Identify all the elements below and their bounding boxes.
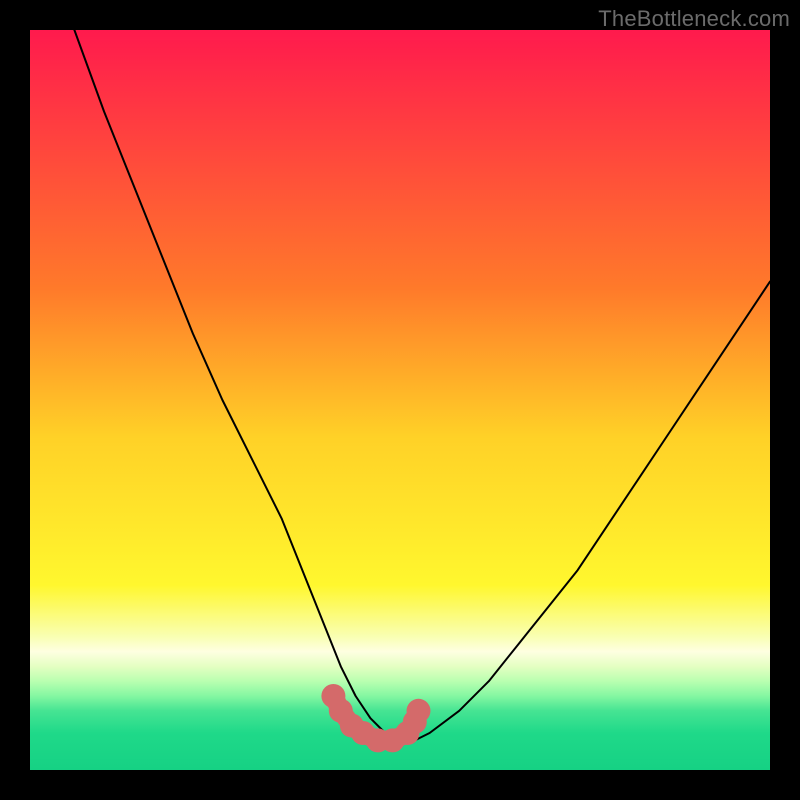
chart-svg xyxy=(30,30,770,770)
chart-background xyxy=(30,30,770,770)
watermark-text: TheBottleneck.com xyxy=(598,6,790,32)
chart-frame: TheBottleneck.com xyxy=(0,0,800,800)
plot-area xyxy=(30,30,770,770)
